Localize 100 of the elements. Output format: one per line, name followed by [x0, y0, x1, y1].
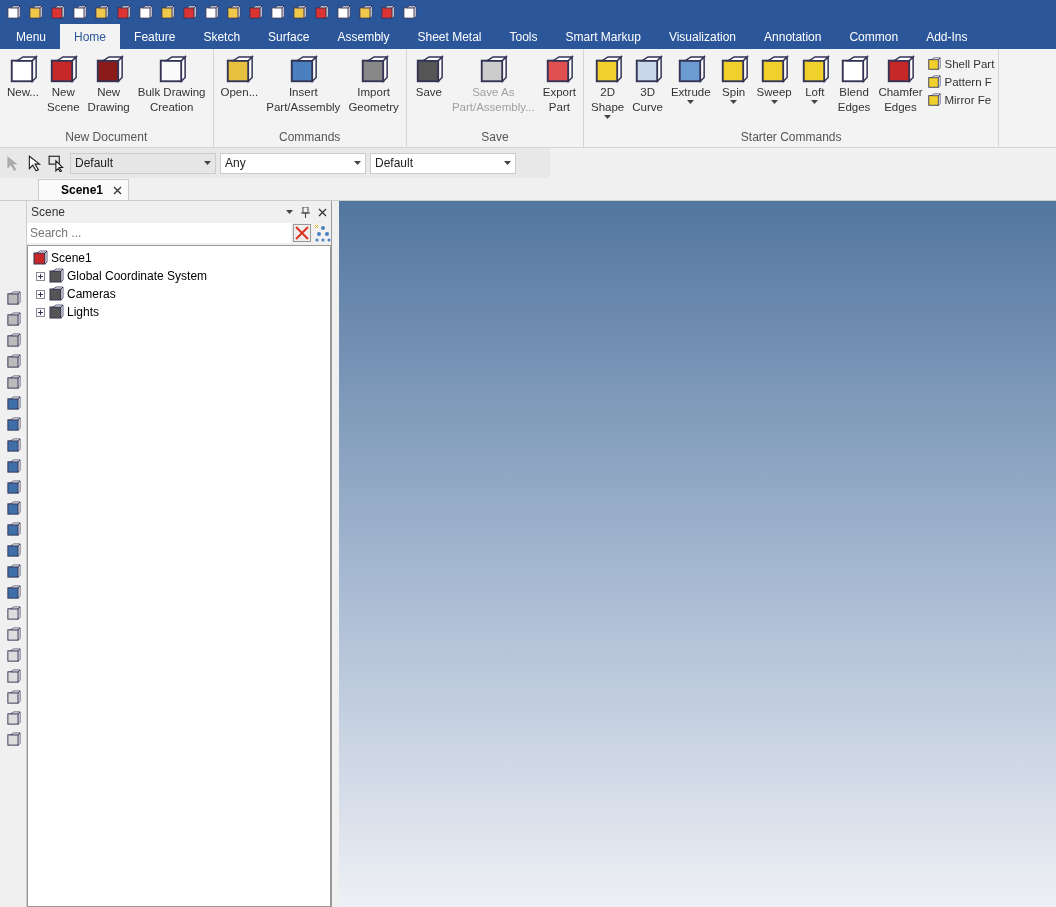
view-icon: [5, 396, 21, 411]
toolbar-icon: [50, 4, 65, 20]
ribbon-tab[interactable]: Sketch: [189, 24, 255, 49]
ribbon-tab[interactable]: Menu: [2, 24, 61, 49]
toolbar-icon: [6, 4, 21, 20]
view-icon: [5, 522, 21, 537]
ribbon-button[interactable]: Import Geometry: [345, 53, 402, 130]
ribbon-tab[interactable]: Common: [835, 24, 913, 49]
close-icon[interactable]: [113, 185, 123, 195]
caret-icon: [354, 161, 361, 165]
ribbon-button[interactable]: Spin: [715, 53, 752, 130]
view-icon: [5, 438, 21, 453]
ribbon-tab[interactable]: Assembly: [323, 24, 404, 49]
clear-icon[interactable]: [293, 224, 311, 242]
pin-icon[interactable]: [301, 206, 310, 218]
view-icon: [5, 732, 21, 747]
view-icon: [5, 354, 21, 369]
toolbar-icon: [138, 4, 153, 20]
ribbon-button[interactable]: Save: [410, 53, 447, 130]
toolbar-icon: [182, 4, 197, 20]
node-icon: [48, 286, 64, 302]
ribbon-tab[interactable]: Smart Markup: [551, 24, 655, 49]
expand-icon[interactable]: [36, 307, 45, 317]
toolbar-icon: [358, 4, 373, 20]
ribbon-small-button[interactable]: Shell Part: [927, 57, 995, 71]
close-icon[interactable]: [318, 207, 327, 217]
ribbon-button[interactable]: Extrude: [667, 53, 714, 130]
tree-item[interactable]: Lights: [67, 305, 100, 319]
toolbar-icon: [28, 4, 43, 20]
ribbon-button[interactable]: Open...: [217, 53, 262, 130]
part-icon: [927, 75, 942, 89]
ribbon-button[interactable]: Sweep: [753, 53, 795, 130]
toolbar-icon: [270, 4, 285, 20]
ribbon-button[interactable]: Export Part: [539, 53, 579, 130]
tree-item[interactable]: Scene1: [51, 251, 92, 265]
expand-icon[interactable]: [36, 271, 45, 281]
ribbon-button[interactable]: New...: [4, 53, 42, 130]
ribbon-tab[interactable]: Annotation: [750, 24, 836, 49]
group-title: Starter Commands: [739, 130, 843, 146]
ribbon-tab[interactable]: Sheet Metal: [403, 24, 496, 49]
view-icon: [5, 501, 21, 516]
ribbon-button[interactable]: Blend Edges: [834, 53, 874, 130]
ribbon-small-button[interactable]: Mirror Fe: [927, 93, 995, 107]
combo-box[interactable]: Default: [370, 152, 516, 174]
ribbon-tab[interactable]: Home: [60, 24, 121, 49]
view-icon: [5, 291, 21, 306]
view-icon: [5, 375, 21, 390]
view-icon: [5, 417, 21, 432]
ribbon-button[interactable]: New Scene: [43, 53, 83, 130]
toolbar-icon: [94, 4, 109, 20]
caret-icon: [204, 161, 211, 165]
box-select-icon[interactable]: [48, 154, 66, 172]
toolbar-icon: [314, 4, 329, 20]
ribbon-tab[interactable]: Add-Ins: [912, 24, 982, 49]
toolbar-icon: [226, 4, 241, 20]
view-icon: [5, 711, 21, 726]
view-icon: [5, 690, 21, 705]
document-tab[interactable]: Scene1: [38, 179, 130, 200]
part-icon: [927, 57, 942, 71]
view-icon: [5, 564, 21, 579]
ribbon-button[interactable]: New Drawing: [84, 53, 133, 130]
caret-icon: [504, 161, 511, 165]
toolbar-icon: [336, 4, 351, 20]
view-icon: [5, 480, 21, 495]
ribbon-tab[interactable]: Feature: [120, 24, 190, 49]
search-field[interactable]: Search ...: [27, 223, 291, 243]
ribbon-button[interactable]: 2D Shape: [588, 53, 628, 130]
combo-box[interactable]: Any: [220, 152, 366, 174]
node-icon: [48, 268, 64, 284]
ribbon-button[interactable]: Chamfer Edges: [875, 53, 926, 130]
toolbar-icon: [116, 4, 131, 20]
toolbar-icon: [204, 4, 219, 20]
ribbon-button[interactable]: 3D Curve: [629, 53, 666, 130]
expand-icon[interactable]: [36, 289, 45, 299]
hierarchy-icon[interactable]: [313, 224, 331, 242]
view-icon: [5, 606, 21, 621]
node-icon: [48, 304, 64, 320]
tree-item[interactable]: Cameras: [67, 287, 116, 301]
viewport[interactable]: [339, 201, 1056, 907]
view-icon: [5, 543, 21, 558]
ribbon-tab[interactable]: Surface: [254, 24, 324, 49]
ribbon-small-button[interactable]: Pattern F: [927, 75, 995, 89]
toolbar-icon: [402, 4, 417, 20]
toolbar-icon: [160, 4, 175, 20]
dropdown-icon: [286, 210, 293, 214]
ribbon-tab[interactable]: Visualization: [654, 24, 751, 49]
view-icon: [5, 669, 21, 684]
pointer-icon[interactable]: [26, 154, 44, 172]
ribbon-button[interactable]: Loft: [796, 53, 833, 130]
toolbar-icon: [248, 4, 263, 20]
ribbon-button[interactable]: Insert Part/Assembly: [263, 53, 344, 130]
ribbon-tab[interactable]: Tools: [495, 24, 552, 49]
view-icon: [5, 648, 21, 663]
ribbon-button[interactable]: Bulk Drawing Creation: [134, 53, 209, 130]
panel-title: Scene: [31, 205, 66, 219]
toolbar-icon: [380, 4, 395, 20]
view-icon: [5, 333, 21, 348]
toolbar-icon: [292, 4, 307, 20]
view-icon: [5, 312, 21, 327]
tree-item[interactable]: Global Coordinate System: [67, 269, 208, 283]
